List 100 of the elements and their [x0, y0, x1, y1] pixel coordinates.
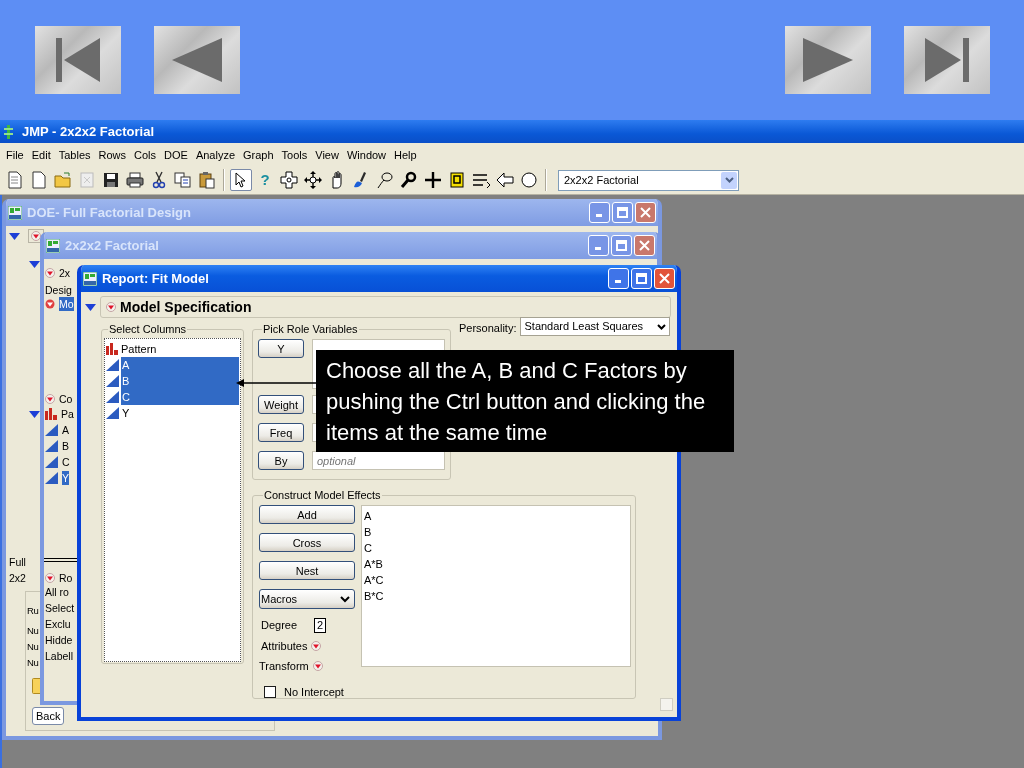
menu-item[interactable]: Cols	[130, 146, 161, 163]
role-button[interactable]: Y	[258, 339, 304, 358]
menu-item[interactable]: Tables	[54, 146, 95, 163]
menu-item[interactable]: Window	[342, 146, 391, 163]
bar-chart-icon	[106, 343, 118, 355]
app-title: JMP - 2x2x2 Factorial	[22, 122, 154, 141]
menu-item[interactable]: Rows	[94, 146, 130, 163]
menu-item[interactable]: Help	[390, 146, 421, 163]
column-item[interactable]: Y	[121, 405, 239, 421]
effect-item[interactable]: B	[364, 524, 628, 540]
first-slide-button[interactable]	[35, 26, 121, 94]
toolbar-button[interactable]	[124, 169, 146, 191]
menu-item[interactable]: Tools	[277, 146, 312, 163]
wedge-icon	[106, 407, 119, 419]
tool-button[interactable]	[302, 169, 324, 191]
right-triangle-icon	[803, 38, 853, 82]
triangle-icon	[29, 260, 40, 269]
column-item[interactable]: A	[121, 357, 239, 373]
move-arrows-icon	[304, 171, 322, 189]
checkbox[interactable]	[264, 685, 276, 698]
row-state-text: Hidde	[45, 633, 73, 648]
effect-item[interactable]: A*C	[364, 572, 628, 588]
column-item[interactable]: A	[62, 423, 69, 437]
effect-item[interactable]: A*B	[364, 556, 628, 572]
crosshair-icon	[280, 171, 298, 189]
tool-button[interactable]	[278, 169, 300, 191]
column-item[interactable]: Y	[62, 471, 69, 485]
menu-item[interactable]: Graph	[239, 146, 278, 163]
degree-label: Degree	[260, 618, 299, 633]
role-button[interactable]: Weight	[258, 395, 304, 414]
group-title: Select Columns	[108, 324, 188, 335]
next-slide-button[interactable]	[785, 26, 871, 94]
menu-item[interactable]: Edit	[27, 146, 55, 163]
row-state-text: All ro	[45, 585, 69, 600]
personality-dropdown[interactable]: Standard Least Squares	[520, 317, 671, 336]
effect-button[interactable]: Cross	[259, 533, 355, 552]
column-item[interactable]: Pattern	[120, 341, 239, 357]
chevron-down-icon	[724, 177, 734, 183]
close-button[interactable]	[635, 202, 656, 223]
maximize-button[interactable]	[612, 202, 633, 223]
menu-item[interactable]: File	[2, 146, 28, 163]
role-field[interactable]: optional	[312, 451, 445, 470]
label-text: Desig	[45, 283, 72, 297]
disclosure-icon	[106, 302, 116, 312]
outline-title: Ro	[59, 570, 73, 585]
column-item[interactable]: B	[62, 439, 69, 453]
resize-grip[interactable]	[660, 698, 673, 711]
maximize-button[interactable]	[611, 235, 632, 256]
role-button[interactable]: By	[258, 451, 304, 470]
bar-chart-icon	[45, 408, 57, 420]
maximize-button[interactable]	[631, 268, 652, 289]
triangle-icon	[85, 302, 96, 312]
effect-button[interactable]: Add	[259, 505, 355, 524]
window-title: 2x2x2 Factorial	[65, 236, 159, 255]
menu-item[interactable]: View	[311, 146, 343, 163]
tool-button[interactable]	[518, 169, 540, 191]
close-icon	[640, 207, 651, 218]
previous-slide-button[interactable]	[154, 26, 240, 94]
effect-item[interactable]: C	[364, 540, 628, 556]
macros-dropdown[interactable]: Macros	[259, 589, 355, 609]
role-button[interactable]: Freq	[258, 423, 304, 442]
minimize-button[interactable]	[588, 235, 609, 256]
maximize-icon	[617, 207, 628, 218]
tool-button[interactable]	[422, 169, 444, 191]
column-item[interactable]: B	[121, 373, 239, 389]
table-dropdown[interactable]: 2x2x2 Factorial	[558, 169, 739, 191]
outline-title: 2x	[59, 265, 71, 280]
tool-button[interactable]	[230, 169, 252, 191]
list-item[interactable]: Mo	[59, 297, 74, 311]
minimize-button[interactable]	[589, 202, 610, 223]
menu-item[interactable]: Analyze	[191, 146, 239, 163]
effect-button[interactable]: Nest	[259, 561, 355, 580]
annotation-icon	[448, 171, 466, 189]
menu-item[interactable]: DOE	[160, 146, 192, 163]
disabled-document-icon	[78, 171, 96, 189]
document-icon	[6, 171, 24, 189]
disclosure-icon	[312, 661, 323, 672]
lasso-icon	[376, 171, 394, 189]
jmp-document-icon	[83, 271, 97, 286]
degree-field[interactable]: 2	[314, 617, 327, 633]
row-state-text: Select	[45, 601, 75, 616]
disclosure-icon	[45, 267, 55, 278]
effect-item[interactable]: A	[364, 508, 628, 524]
back-button[interactable]: Back	[32, 707, 65, 725]
app-icon	[4, 124, 14, 139]
column-item[interactable]: Pa	[61, 407, 74, 421]
close-button[interactable]	[654, 268, 675, 289]
summary-text: Nu	[27, 624, 39, 638]
last-slide-button[interactable]	[904, 26, 990, 94]
summary-text: 2x2	[9, 571, 26, 585]
maximize-icon	[636, 273, 647, 284]
effect-item[interactable]: B*C	[364, 588, 628, 604]
close-button[interactable]	[634, 235, 655, 256]
wedge-icon	[45, 440, 58, 452]
minimize-button[interactable]	[608, 268, 629, 289]
wedge-icon	[45, 424, 58, 436]
column-item[interactable]: C	[121, 389, 239, 405]
wedge-icon	[45, 456, 58, 468]
column-item[interactable]: C	[62, 455, 70, 469]
blank-page-icon	[30, 171, 48, 189]
